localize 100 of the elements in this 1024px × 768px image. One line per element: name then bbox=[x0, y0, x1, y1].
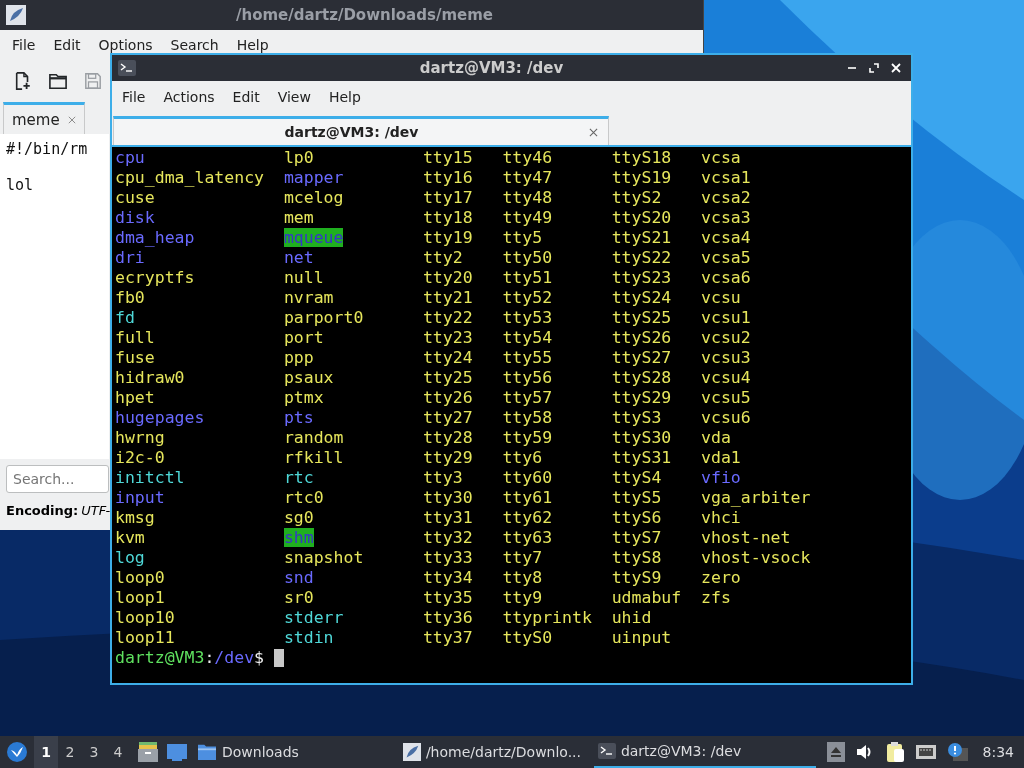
file-name: tty7 bbox=[502, 548, 543, 567]
file-name: vga_arbiter bbox=[701, 488, 811, 507]
file-name: ttyS27 bbox=[611, 348, 672, 367]
file-name: tty21 bbox=[422, 288, 473, 307]
file-name: hpet bbox=[115, 388, 155, 407]
file-name: tty31 bbox=[422, 508, 473, 527]
menu-item[interactable]: File bbox=[3, 37, 45, 53]
file-name: ttyS2 bbox=[611, 188, 662, 207]
file-name: tty20 bbox=[422, 268, 473, 287]
file-name: kvm bbox=[115, 528, 145, 547]
file-name: vhost-net bbox=[701, 528, 791, 547]
desktop-switch[interactable]: 1 bbox=[34, 736, 58, 768]
file-name: tty19 bbox=[422, 228, 473, 247]
file-name: tty46 bbox=[502, 148, 553, 167]
file-name: fd bbox=[115, 308, 135, 327]
file-name: uhid bbox=[611, 608, 652, 627]
file-name: ppp bbox=[283, 348, 314, 367]
window-title: dartz@VM3: /dev bbox=[418, 59, 565, 77]
file-name: tty22 bbox=[422, 308, 473, 327]
menu-item[interactable]: Edit bbox=[223, 89, 269, 105]
file-name: cuse bbox=[115, 188, 155, 207]
file-name: vcsa bbox=[701, 148, 741, 167]
file-name: tty8 bbox=[502, 568, 543, 587]
tab[interactable]: dartz@VM3: /dev bbox=[113, 116, 609, 145]
file-name: tty32 bbox=[422, 528, 473, 547]
file-name: log bbox=[115, 548, 145, 567]
file-name: zfs bbox=[701, 588, 731, 607]
file-name: tty50 bbox=[502, 248, 553, 267]
file-name: loop1 bbox=[115, 588, 165, 607]
file-name: mcelog bbox=[283, 188, 344, 207]
tab[interactable]: meme bbox=[3, 102, 85, 134]
menu-item[interactable]: File bbox=[113, 89, 155, 105]
menu-item[interactable]: Options bbox=[89, 37, 162, 53]
file-name: tty62 bbox=[502, 508, 553, 527]
desktop-switch[interactable]: 4 bbox=[106, 736, 130, 768]
file-name: sr0 bbox=[283, 588, 314, 607]
taskbar-button[interactable]: dartz@VM3: /dev bbox=[593, 736, 816, 768]
file-name: psaux bbox=[283, 368, 334, 387]
file-name: rfkill bbox=[283, 448, 344, 467]
file-name: ttyS23 bbox=[611, 268, 672, 287]
file-name: vda bbox=[701, 428, 731, 447]
clipboard-icon[interactable] bbox=[884, 741, 905, 763]
file-name: tty26 bbox=[422, 388, 473, 407]
file-name: i2c-0 bbox=[115, 448, 165, 467]
menu-item[interactable]: Help bbox=[227, 37, 278, 53]
menu-item[interactable]: Help bbox=[319, 89, 370, 105]
menu-item[interactable]: Search bbox=[161, 37, 228, 53]
file-name: tty9 bbox=[502, 588, 543, 607]
notification-icon[interactable] bbox=[946, 742, 969, 762]
file-name: vcsa6 bbox=[701, 268, 751, 287]
cursor bbox=[274, 649, 285, 667]
desktop-switch[interactable]: 3 bbox=[82, 736, 106, 768]
file-name: vcsa5 bbox=[701, 248, 751, 267]
file-name: ttyS30 bbox=[611, 428, 672, 447]
file-name: vcsu4 bbox=[701, 368, 751, 387]
file-name: snd bbox=[283, 568, 314, 587]
file-name: ttyS6 bbox=[611, 508, 662, 527]
file-name: zero bbox=[701, 568, 741, 587]
file-name: tty55 bbox=[502, 348, 553, 367]
maximize-icon[interactable] bbox=[869, 63, 879, 73]
file-name: tty58 bbox=[502, 408, 553, 427]
text-editor[interactable]: #!/bin/rm lol bbox=[0, 134, 109, 459]
window-title: /home/dartz/Downloads/meme bbox=[235, 6, 494, 24]
file-name: ptmx bbox=[283, 388, 324, 407]
file-name: ttyS22 bbox=[611, 248, 672, 267]
desktop-icon[interactable] bbox=[166, 741, 188, 763]
desktop-switch[interactable]: 2 bbox=[58, 736, 82, 768]
file-name: vfio bbox=[701, 468, 741, 487]
feather-icon bbox=[6, 5, 26, 25]
file-name: loop0 bbox=[115, 568, 165, 587]
file-name: tty52 bbox=[502, 288, 553, 307]
file-name: net bbox=[283, 248, 314, 267]
file-name: ttyS4 bbox=[611, 468, 662, 487]
file-name: loop11 bbox=[115, 628, 175, 647]
eject-icon[interactable] bbox=[826, 742, 845, 762]
file-name: tty25 bbox=[422, 368, 473, 387]
prompt-symbol: $ bbox=[254, 648, 265, 668]
file-name: vcsu6 bbox=[701, 408, 751, 427]
file-cabinet-icon[interactable] bbox=[137, 741, 159, 763]
file-name: ttyS31 bbox=[611, 448, 672, 467]
terminal-screen[interactable] bbox=[112, 145, 911, 683]
file-name: vhost-vsock bbox=[701, 548, 811, 567]
file-name: tty59 bbox=[502, 428, 553, 447]
menu-item[interactable]: Edit bbox=[44, 37, 90, 53]
file-name: tty53 bbox=[502, 308, 553, 327]
search-field[interactable]: Search... bbox=[6, 465, 109, 493]
network-icon[interactable] bbox=[914, 743, 937, 761]
file-name: tty49 bbox=[502, 208, 553, 227]
file-name: vcsu bbox=[701, 288, 741, 307]
file-name: loop10 bbox=[115, 608, 175, 627]
file-name: random bbox=[283, 428, 344, 447]
taskbar-button[interactable]: Downloads bbox=[193, 736, 303, 768]
clock: 8:34 bbox=[982, 744, 1014, 760]
menu-item[interactable]: Actions bbox=[154, 89, 224, 105]
file-name: dma_heap bbox=[115, 228, 195, 247]
file-name: stderr bbox=[283, 608, 344, 627]
taskbar-button[interactable]: /home/dartz/Downlo... bbox=[398, 736, 589, 768]
file-name: port bbox=[283, 328, 324, 347]
menu-item[interactable]: View bbox=[268, 89, 320, 105]
file-name: tty2 bbox=[422, 248, 463, 267]
